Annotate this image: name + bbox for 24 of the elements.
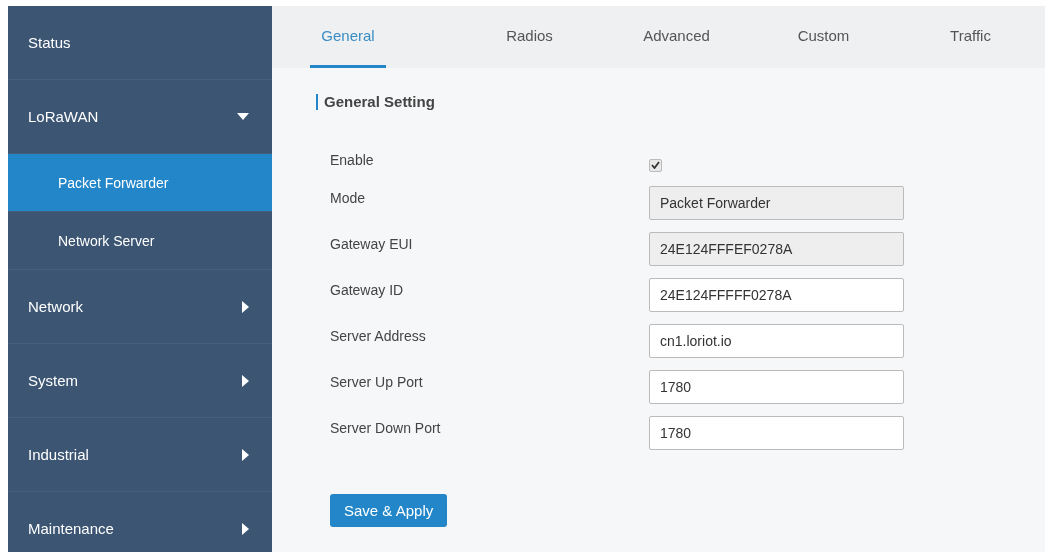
input-field[interactable]: 1780 — [649, 370, 904, 404]
tab[interactable]: Traffic — [897, 6, 1044, 68]
section-title: General Setting — [316, 94, 1045, 110]
caret-right-icon — [242, 522, 249, 535]
caret-down-icon — [237, 113, 249, 120]
caret-right-icon — [242, 300, 249, 313]
input-field[interactable]: 24E124FFFFF0278A — [649, 278, 904, 312]
field-label: Server Up Port — [330, 374, 424, 390]
field-label: Gateway ID — [330, 282, 405, 298]
save-apply-button[interactable]: Save & Apply — [330, 494, 448, 527]
input-field[interactable]: 1780 — [649, 416, 904, 450]
caret-right-icon — [242, 374, 249, 387]
tab[interactable]: Advanced — [603, 6, 750, 68]
field-label: Mode — [330, 190, 367, 206]
tab[interactable]: Radios — [456, 6, 603, 68]
tab[interactable]: Custom — [750, 6, 897, 68]
field-label: Gateway EUI — [330, 236, 414, 252]
field-label: Server Address — [330, 328, 427, 344]
checkbox[interactable] — [649, 158, 662, 172]
field-label: Server Down Port — [330, 420, 442, 436]
field-label: Enable — [330, 152, 375, 168]
input-field[interactable]: cn1.loriot.io — [649, 324, 904, 358]
sidebar-subitem[interactable]: Packet Forwarder — [8, 154, 272, 212]
caret-right-icon — [242, 448, 249, 461]
